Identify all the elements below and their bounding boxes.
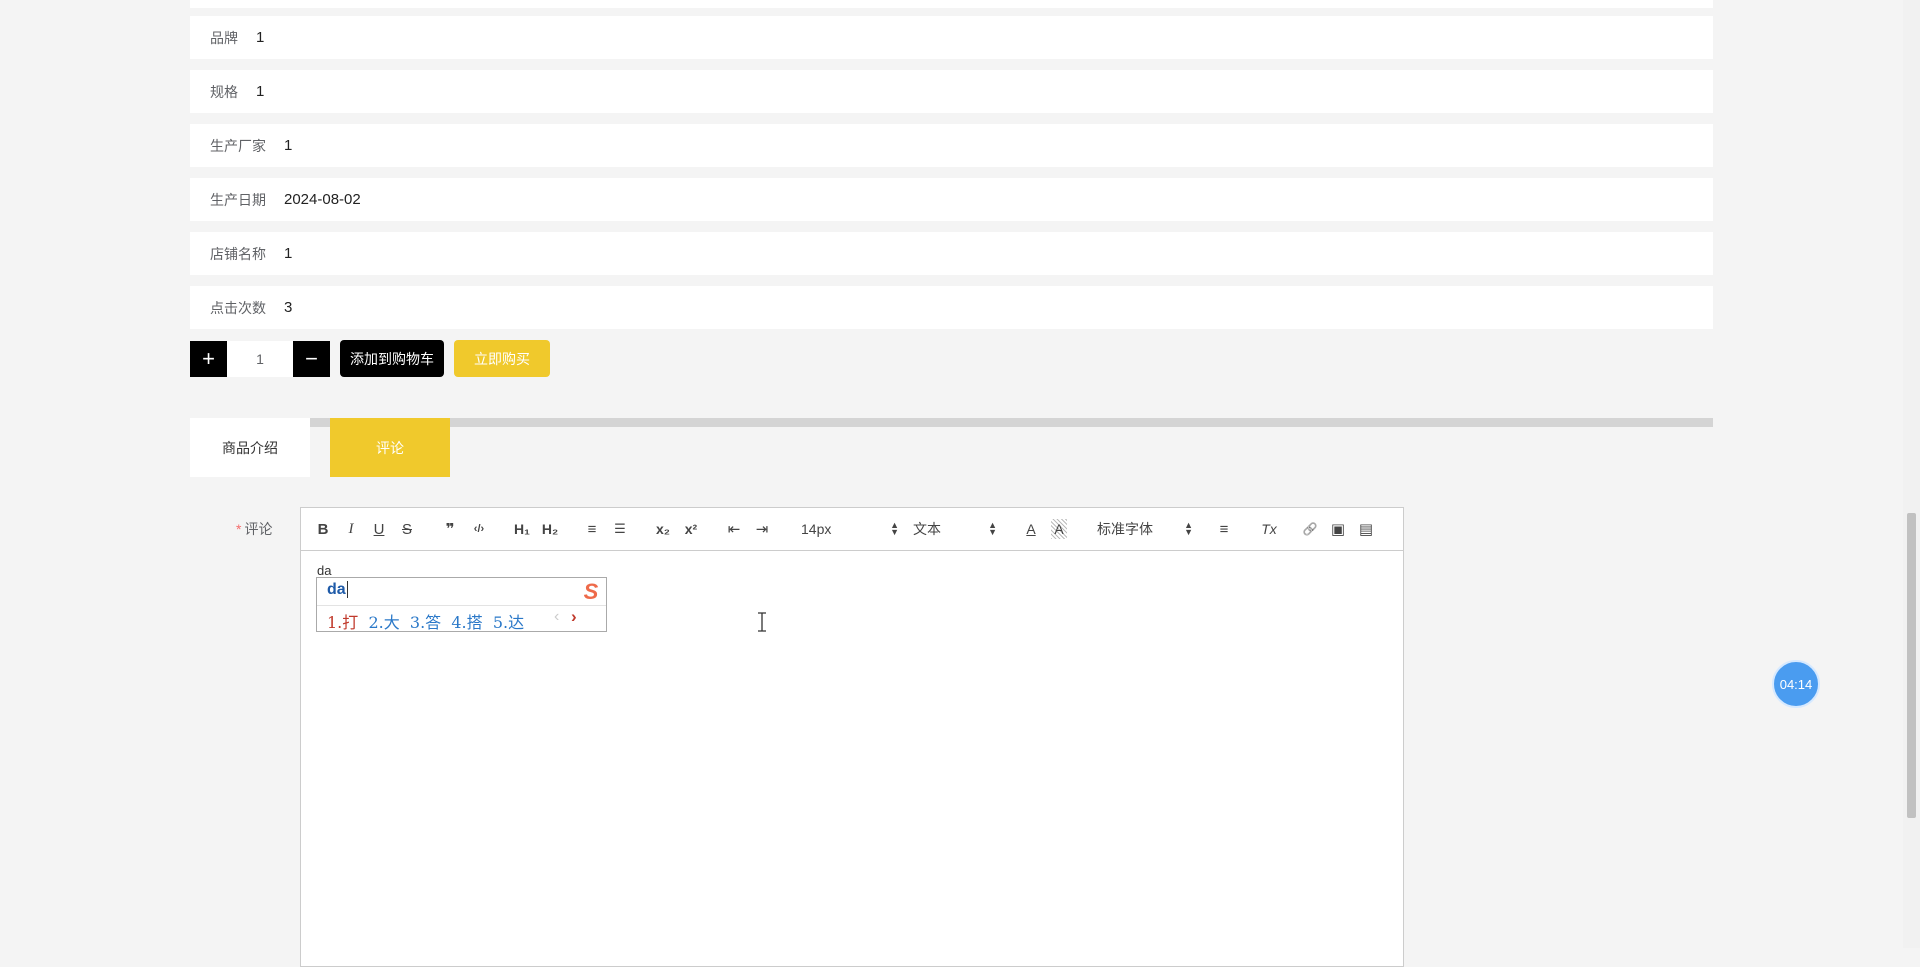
spec-value: 1 (256, 83, 265, 100)
font-family-value: 标准字体 (1097, 521, 1153, 537)
align-button[interactable]: ≡ (1215, 519, 1233, 539)
tab-product-intro[interactable]: 商品介绍 (190, 418, 310, 477)
rich-text-editor[interactable]: B I U S ❞ ‹/› H₁ H₂ ≡ ☰ x₂ x² ⇤ ⇥ 14px ▲… (300, 507, 1404, 967)
sort-icon: ▲ ▼ (988, 520, 997, 537)
subscript-button[interactable]: x₂ (653, 519, 673, 539)
video-button[interactable]: ▤ (1357, 519, 1375, 539)
bullet-list-button[interactable]: ☰ (611, 519, 629, 539)
comment-label: * 评论 (236, 519, 272, 539)
click-count-value: 3 (284, 299, 293, 316)
ime-candidate[interactable]: 1.打 (327, 613, 358, 632)
brand-label: 品牌 (210, 29, 238, 46)
quantity-input[interactable]: 1 (227, 341, 293, 377)
superscript-button[interactable]: x² (681, 519, 701, 539)
text-type-select[interactable]: 文本 ▲ ▼ (913, 519, 997, 539)
ime-candidate[interactable]: 2.大 (368, 613, 399, 632)
store-name-label: 店铺名称 (210, 245, 266, 262)
text-cursor-icon (758, 612, 766, 632)
indent-button[interactable]: ⇥ (753, 519, 771, 539)
info-row-click-count: 点击次数 3 (190, 286, 1713, 329)
font-size-value: 14px (801, 521, 832, 537)
info-row-brand: 品牌 1 (190, 16, 1713, 59)
sort-icon: ▲ ▼ (890, 520, 899, 537)
ime-next-page-icon[interactable]: › (571, 607, 577, 627)
brand-value: 1 (256, 29, 265, 46)
bold-button[interactable]: B (315, 519, 331, 539)
ime-prev-page-icon[interactable]: ‹ (554, 608, 559, 626)
comment-label-text: 评论 (244, 521, 273, 537)
font-family-select[interactable]: 标准字体 ▲ ▼ (1097, 519, 1193, 539)
ime-pinyin-input: da (327, 581, 348, 599)
floating-timer[interactable]: 04:14 (1772, 660, 1820, 708)
italic-button[interactable]: I (343, 519, 359, 539)
outdent-button[interactable]: ⇤ (725, 519, 743, 539)
info-row-production-date: 生产日期 2024-08-02 (190, 178, 1713, 221)
background-color-button[interactable]: A (1051, 519, 1067, 539)
production-date-label: 生产日期 (210, 191, 266, 208)
spec-label: 规格 (210, 83, 238, 100)
underline-button[interactable]: U (371, 519, 387, 539)
font-size-select[interactable]: 14px ▲ ▼ (801, 519, 899, 539)
ime-candidates: 1.打 2.大 3.答 4.搭 5.达 (327, 609, 524, 633)
text-type-value: 文本 (913, 521, 941, 537)
font-color-button[interactable]: A (1023, 519, 1039, 539)
ordered-list-button[interactable]: ≡ (583, 519, 601, 539)
sogou-logo-icon: S (583, 579, 599, 604)
heading2-button[interactable]: H₂ (539, 519, 561, 539)
tab-track (310, 418, 1713, 427)
heading1-button[interactable]: H₁ (511, 519, 533, 539)
image-button[interactable]: ▣ (1329, 519, 1347, 539)
store-name-value: 1 (284, 245, 293, 262)
scrollbar-thumb[interactable] (1907, 513, 1916, 818)
click-count-label: 点击次数 (210, 299, 266, 316)
add-to-cart-button[interactable]: 添加到购物车 (340, 340, 444, 377)
buy-now-button[interactable]: 立即购买 (454, 340, 550, 377)
blockquote-button[interactable]: ❞ (441, 519, 459, 539)
editor-toolbar: B I U S ❞ ‹/› H₁ H₂ ≡ ☰ x₂ x² ⇤ ⇥ 14px ▲… (301, 508, 1403, 551)
manufacturer-value: 1 (284, 137, 293, 154)
editor-content[interactable]: da (317, 563, 331, 578)
tab-comments[interactable]: 评论 (330, 418, 450, 477)
ime-pinyin-text: da (327, 581, 346, 598)
quantity-decrease-button[interactable]: − (293, 341, 330, 377)
required-mark: * (236, 521, 242, 537)
clean-format-button[interactable]: Tx (1259, 519, 1279, 539)
ime-candidate-window: da S 1.打 2.大 3.答 4.搭 5.达 ‹ › (316, 577, 607, 632)
ime-candidate[interactable]: 3.答 (410, 613, 441, 632)
info-row-manufacturer: 生产厂家 1 (190, 124, 1713, 167)
quantity-increase-button[interactable]: + (190, 341, 227, 377)
manufacturer-label: 生产厂家 (210, 137, 266, 154)
production-date-value: 2024-08-02 (284, 191, 361, 208)
info-row-store-name: 店铺名称 1 (190, 232, 1713, 275)
strike-button[interactable]: S (399, 519, 415, 539)
ime-candidate[interactable]: 4.搭 (451, 613, 482, 632)
info-row-spec: 规格 1 (190, 70, 1713, 113)
code-block-button[interactable]: ‹/› (469, 519, 489, 539)
info-row-top (190, 0, 1713, 8)
page-scrollbar[interactable] (1903, 0, 1920, 948)
link-button[interactable]: 🔗 (1301, 519, 1319, 539)
sort-icon: ▲ ▼ (1184, 520, 1193, 537)
ime-candidate[interactable]: 5.达 (493, 613, 524, 632)
